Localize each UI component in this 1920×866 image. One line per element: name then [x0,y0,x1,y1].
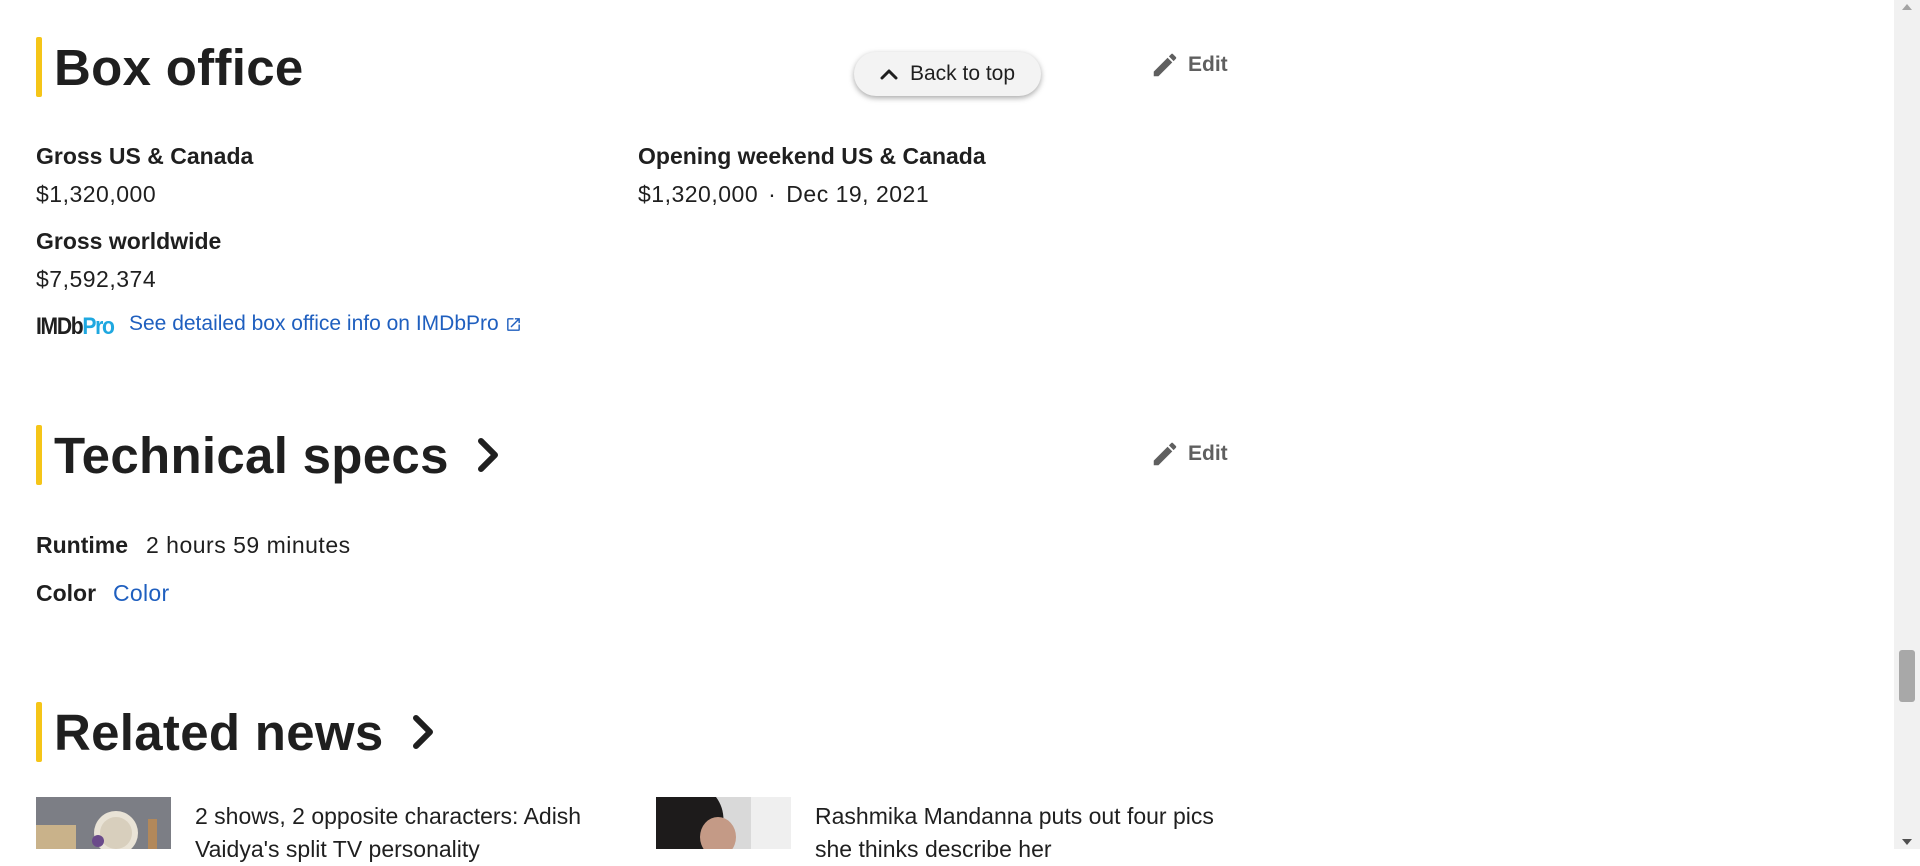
box-office-edit-button[interactable]: Edit [1150,50,1228,80]
chevron-right-icon [477,438,498,472]
related-news-title: Related news [54,703,384,761]
box-office-title: Box office [54,38,304,96]
gross-us-label: Gross US & Canada [36,143,254,169]
opening-date: Dec 19, 2021 [786,181,930,207]
color-link[interactable]: Color [113,580,169,607]
opening-amount: $1,320,000 [638,181,759,207]
gross-worldwide-label: Gross worldwide [36,228,222,254]
back-to-top-label: Back to top [909,62,1016,85]
gross-us-value: $1,320,000 [36,181,157,207]
chevron-right-icon [412,715,433,749]
news-thumbnail[interactable] [656,797,791,849]
imdbpro-link-text: See detailed box office info on IMDbPro [129,312,499,335]
opening-weekend-value: $1,320,000 · Dec 19, 2021 [638,181,929,208]
imdbpro-box-office-link[interactable]: See detailed box office info on IMDbPro [129,312,522,336]
technical-specs-section: Technical specs [36,424,505,486]
runtime-label: Runtime [36,532,128,558]
color-label: Color [36,580,97,606]
technical-specs-header[interactable]: Technical specs [36,424,505,486]
pencil-icon [1153,53,1177,77]
external-link-icon [506,317,520,331]
related-news-header[interactable]: Related news [36,701,440,763]
runtime-value: 2 hours 59 minutes [146,532,351,558]
gross-worldwide-value: $7,592,374 [36,266,157,292]
news-image-2 [656,797,791,849]
scroll-down-arrow-icon[interactable] [1902,839,1912,845]
scroll-up-arrow-icon[interactable] [1902,4,1912,10]
imdbpro-logo: IMDbPro [36,313,115,340]
page-scrollbar[interactable] [1894,0,1920,849]
technical-specs-title: Technical specs [54,426,449,484]
section-accent-bar [36,702,42,762]
technical-specs-edit-button[interactable]: Edit [1150,439,1228,469]
box-office-header: Box office [36,36,304,98]
news-image-1 [36,797,171,849]
box-office-section: Box office [36,36,304,98]
chevron-up-icon [880,69,898,80]
pencil-icon [1153,442,1177,466]
related-news-section: Related news [36,701,440,763]
news-headline-1[interactable]: 2 shows, 2 opposite characters: Adish Va… [195,800,615,866]
separator-dot: · [768,181,777,207]
news-thumbnail[interactable] [36,797,171,849]
section-accent-bar [36,425,42,485]
section-accent-bar [36,37,42,97]
back-to-top-button[interactable]: Back to top [854,52,1041,96]
scrollbar-thumb[interactable] [1899,650,1915,702]
edit-label: Edit [1188,442,1228,465]
news-headline-2[interactable]: Rashmika Mandanna puts out four pics she… [815,800,1225,866]
opening-weekend-label: Opening weekend US & Canada [638,143,986,169]
edit-label: Edit [1188,53,1228,76]
